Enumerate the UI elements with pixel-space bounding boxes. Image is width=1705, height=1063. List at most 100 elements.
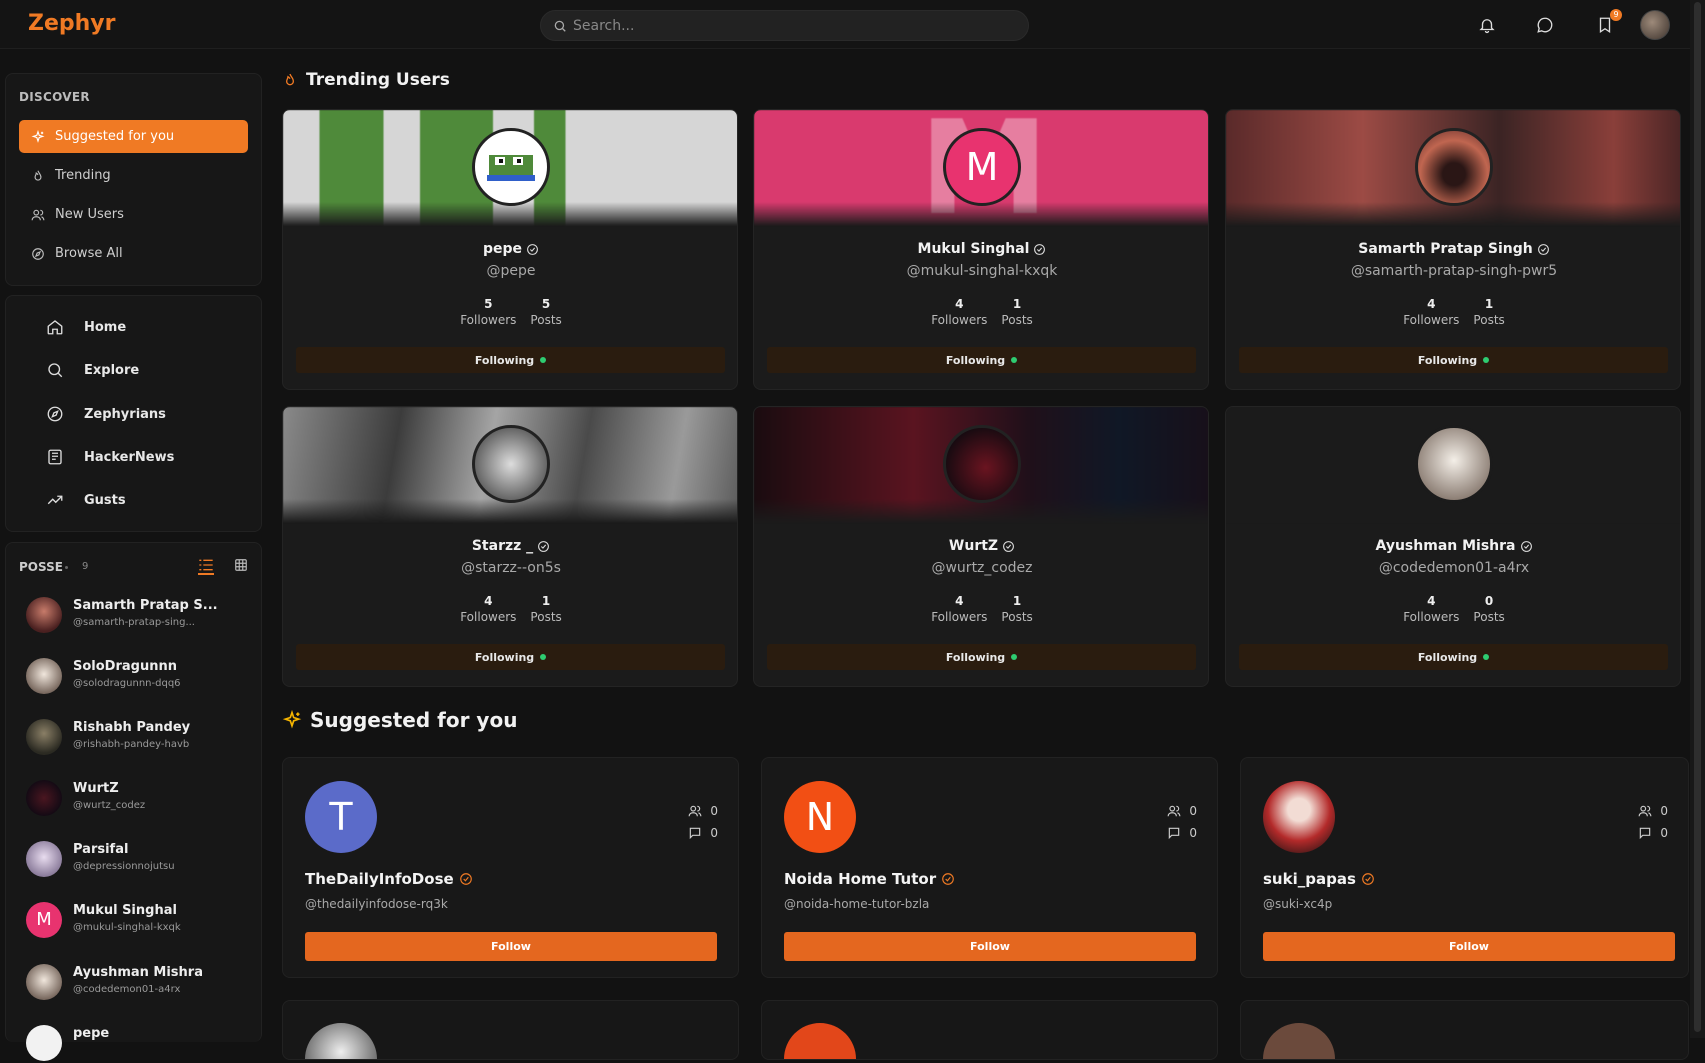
nav-item-label: Home (84, 319, 127, 335)
suggested-user-card-partial[interactable] (1240, 1000, 1689, 1060)
posse-member[interactable]: WurtZ @wurtz_codez (26, 778, 256, 818)
message-icon[interactable] (1534, 14, 1556, 36)
following-button[interactable]: Following (1239, 347, 1668, 373)
follow-button[interactable]: Follow (1263, 932, 1675, 961)
followers-label: Followers (931, 610, 988, 624)
member-name: Parsifal (73, 842, 129, 857)
avatar: N (784, 781, 856, 853)
discover-item-new-users[interactable]: New Users (19, 198, 248, 231)
verified-icon (1537, 243, 1549, 255)
suggested-heading: Suggested for you (282, 708, 517, 732)
followers-label: Followers (931, 313, 988, 327)
member-name: SoloDragunnn (73, 659, 177, 674)
user-name: TheDailyInfoDose (305, 870, 473, 888)
verified-icon (527, 243, 538, 255)
main-nav-panel: Home Explore Zephyrians HackerNews Gusts (5, 295, 262, 532)
followers-count: 4 (955, 297, 964, 311)
user-name: Starzz _ (283, 538, 737, 554)
user-stats: 4 Followers 1 Posts (754, 297, 1208, 327)
following-button[interactable]: Following (296, 347, 725, 373)
follow-button[interactable]: Follow (784, 932, 1196, 961)
following-button[interactable]: Following (767, 644, 1196, 670)
posse-member[interactable]: Samarth Pratap S... @samarth-pratap-sing… (26, 595, 256, 635)
grid-view-toggle[interactable] (234, 557, 250, 573)
discover-item-suggested[interactable]: Suggested for you (19, 120, 248, 153)
page-scrollbar[interactable] (1690, 0, 1705, 1038)
scrollbar-thumb[interactable] (1694, 2, 1701, 1032)
user-avatar[interactable] (1640, 10, 1670, 40)
posse-member[interactable]: Ayushman Mishra @codedemon01-a4rx (26, 962, 256, 1002)
trending-user-card[interactable]: pepe @pepe 5 Followers 5 Posts Following (282, 109, 738, 390)
member-name: Rishabh Pandey (73, 720, 191, 735)
status-dot (540, 357, 547, 363)
posse-member[interactable]: Parsifal @depressionnojutsu (26, 839, 256, 879)
message-icon (1640, 827, 1651, 840)
user-name: WurtZ (754, 538, 1208, 554)
posts-count: 5 (541, 297, 551, 311)
following-button[interactable]: Following (1239, 644, 1668, 670)
member-handle: @solodragunnn-dqq6 (73, 678, 181, 689)
app-logo[interactable]: Zephyr (28, 11, 115, 36)
bookmark-notification-icon[interactable]: 9 (1594, 9, 1622, 36)
member-name: Mukul Singhal (73, 903, 177, 918)
member-handle: @samarth-pratap-sing... (73, 617, 195, 628)
follow-button[interactable]: Follow (305, 932, 717, 961)
user-handle: @wurtz_codez (931, 560, 1033, 576)
verified-icon (942, 873, 954, 885)
suggested-user-card[interactable]: N 0 0 Noida Home Tutor @noida-home-tutor… (761, 757, 1218, 978)
posse-member[interactable]: pepe (26, 1023, 256, 1063)
avatar (26, 719, 62, 755)
list-view-toggle[interactable] (198, 557, 214, 575)
status-dot (1483, 357, 1490, 363)
status-dot (1011, 357, 1018, 363)
followers-label: Followers (460, 610, 517, 624)
verified-icon (459, 873, 472, 885)
nav-item-explore[interactable]: Explore (46, 361, 139, 379)
search-bar[interactable] (540, 10, 1029, 41)
user-name: Noida Home Tutor (784, 870, 955, 888)
following-button[interactable]: Following (296, 644, 725, 670)
compass-icon (31, 247, 45, 261)
trending-user-card[interactable]: Ayushman Mishra @codedemon01-a4rx 4 Follo… (1225, 406, 1681, 687)
suggested-user-card[interactable]: T 0 0 TheDailyInfoDose @thedailyinfodose… (282, 757, 739, 978)
trending-user-card[interactable]: M M Mukul Singhal @mukul-singhal-kxqk 4F… (753, 109, 1209, 390)
nav-item-hackernews[interactable]: HackerNews (46, 448, 174, 466)
newspaper-icon (46, 448, 64, 466)
avatar (26, 780, 62, 816)
following-button[interactable]: Following (767, 347, 1196, 373)
nav-item-zephyrians[interactable]: Zephyrians (46, 405, 166, 423)
suggested-user-card[interactable]: 0 0 suki_papas @suki-xc4p Follow (1240, 757, 1689, 978)
followers-label: Followers (460, 313, 517, 327)
posse-member[interactable]: SoloDragunnn @solodragunnn-dqq6 (26, 656, 256, 696)
verified-icon (538, 540, 550, 552)
avatar (26, 658, 62, 694)
posts-count: 1 (1012, 297, 1022, 311)
user-name: Ayushman Mishra (1226, 538, 1680, 554)
posse-member[interactable]: Rishabh Pandey @rishabh-pandey-havb (26, 717, 256, 757)
followers-count: 0 (1189, 804, 1197, 818)
posse-member[interactable]: M Mukul Singhal @mukul-singhal-kxqk (26, 900, 256, 940)
bell-icon[interactable] (1476, 14, 1498, 36)
suggested-user-card-partial[interactable] (761, 1000, 1218, 1060)
nav-item-gusts[interactable]: Gusts (46, 491, 126, 509)
status-dot (1483, 654, 1490, 660)
nav-item-label: Gusts (84, 492, 126, 508)
verified-icon (1520, 540, 1532, 552)
trending-user-card[interactable]: Starzz _ @starzz--on5s 4 Followers 1 Posts… (282, 406, 738, 687)
trending-user-card[interactable]: Samarth Pratap Singh @samarth-pratap-sin… (1225, 109, 1681, 390)
member-name: pepe (73, 1026, 110, 1041)
discover-item-trending[interactable]: Trending (19, 159, 248, 192)
search-input[interactable] (573, 11, 1013, 40)
posts-count: 1 (1484, 297, 1494, 311)
avatar: M (26, 902, 62, 938)
avatar (1263, 781, 1335, 853)
user-handle: @suki-xc4p (1263, 897, 1333, 911)
discover-item-browse-all[interactable]: Browse All (19, 237, 248, 270)
nav-item-home[interactable]: Home (46, 318, 126, 336)
avatar (26, 841, 62, 877)
user-meta: 0 0 (1638, 800, 1668, 844)
search-icon (554, 20, 566, 32)
suggested-user-card-partial[interactable] (282, 1000, 739, 1060)
flame-icon (285, 73, 295, 86)
trending-user-card[interactable]: WurtZ @wurtz_codez 4 Followers 1 Posts Fol… (753, 406, 1209, 687)
